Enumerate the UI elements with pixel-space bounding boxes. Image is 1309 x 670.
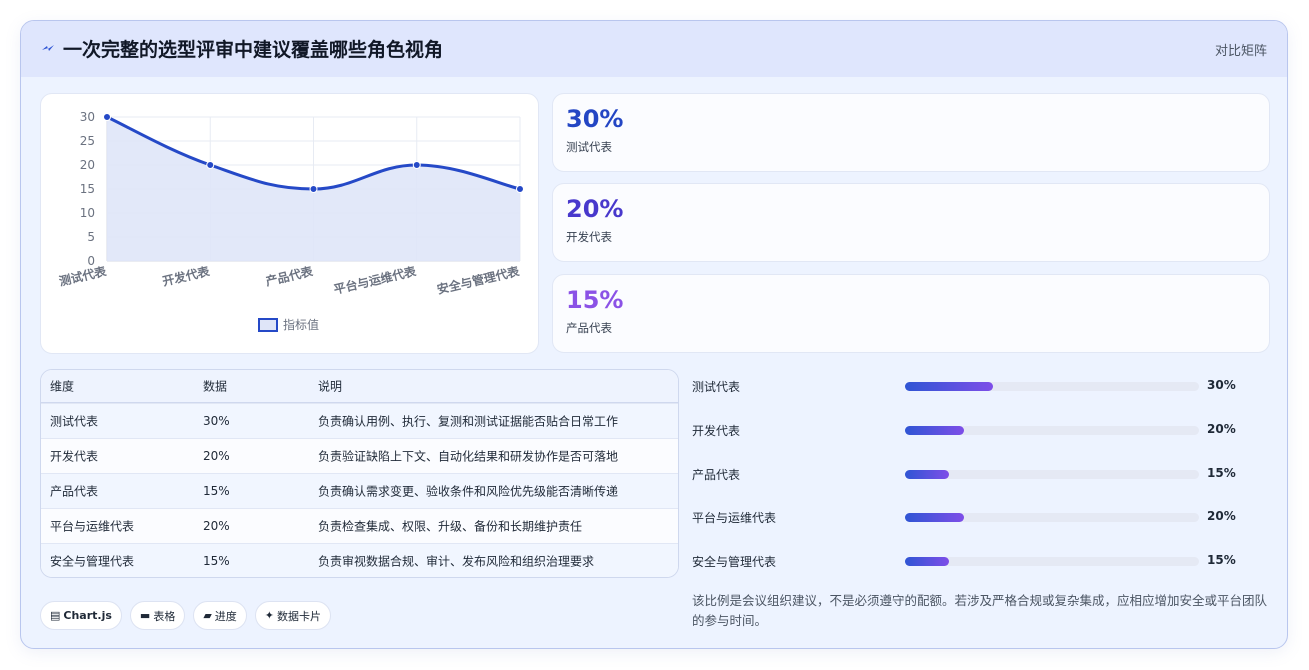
table-cell: 安全与管理代表 <box>50 554 135 569</box>
progress-row: 产品代表 15% <box>692 464 1272 484</box>
report-card: 一次完整的选型评审中建议覆盖哪些角色视角 对比矩阵 0 5 10 15 20 25 30 测试… <box>20 20 1288 649</box>
progress-fill <box>905 426 964 435</box>
table-row: 安全与管理代表 15% 负责审视数据合规、审计、发布风险和组织治理要求 <box>41 543 678 577</box>
chip-label: Chart.js <box>63 609 112 622</box>
kpi-label: 开发代表 <box>566 230 612 244</box>
progress-label: 安全与管理代表 <box>692 555 777 569</box>
y-tick-label: 15 <box>80 182 95 196</box>
y-tick-label: 5 <box>87 230 95 244</box>
table-cell: 15% <box>203 554 230 568</box>
progress-value: 20% <box>1207 509 1236 523</box>
table-icon: ▬ <box>139 609 151 622</box>
progress-value: 15% <box>1207 553 1236 567</box>
progress-fill <box>905 557 950 566</box>
kpi-card: 30% 测试代表 <box>552 93 1270 172</box>
progress-fill <box>905 382 994 391</box>
progress-fill <box>905 513 964 522</box>
table-cell: 30% <box>203 414 230 428</box>
kpi-label: 产品代表 <box>566 321 612 335</box>
data-point <box>516 185 524 193</box>
compare-matrix-label[interactable]: 对比矩阵 <box>1215 40 1267 59</box>
table-cell: 20% <box>203 519 230 533</box>
chip-progress[interactable]: ▰ 进度 <box>193 601 247 630</box>
kpi-card: 15% 产品代表 <box>552 274 1270 353</box>
progress-row: 测试代表 30% <box>692 376 1272 396</box>
table-row: 开发代表 20% 负责验证缺陷上下文、自动化结果和研发协作是否可落地 <box>41 438 678 473</box>
x-tick-label: 平台与运维代表 <box>332 263 418 297</box>
table-cell: 平台与运维代表 <box>50 519 135 534</box>
y-tick-label: 10 <box>80 206 95 220</box>
progress-track <box>905 382 1199 391</box>
table-cell: 15% <box>203 484 230 498</box>
progress-value: 20% <box>1207 422 1236 436</box>
table-cell: 20% <box>203 449 230 463</box>
progress-track <box>905 513 1199 522</box>
chip-table[interactable]: ▬ 表格 <box>129 601 186 630</box>
footnote: 该比例是会议组织建议，不是必须遵守的配额。若涉及严格合规或复杂集成，应相应增加安… <box>692 593 1268 628</box>
chip-row: ▤ Chart.js ▬ 表格 ▰ 进度 ✦ 数据卡片 <box>40 601 332 630</box>
progress-track <box>905 557 1199 566</box>
progress-track <box>905 426 1199 435</box>
chip-chartjs[interactable]: ▤ Chart.js <box>40 601 122 630</box>
progress-value: 15% <box>1207 466 1236 480</box>
data-table: 维度 数据 说明 测试代表 30% 负责确认用例、执行、复测和测试证据能否贴合日… <box>40 369 679 578</box>
card-header: 一次完整的选型评审中建议覆盖哪些角色视角 对比矩阵 <box>21 21 1287 77</box>
table-cell: 负责审视数据合规、审计、发布风险和组织治理要求 <box>318 554 595 569</box>
line-chart-card: 0 5 10 15 20 25 30 测试代表 开发代表 产品代表 平台与运维代表 安全与管理代表 指标… <box>40 93 539 354</box>
progress-row: 开发代表 20% <box>692 420 1272 440</box>
progress-track <box>905 470 1199 479</box>
chart-icon: ▤ <box>50 609 61 622</box>
line-chart: 051015202530测试代表 开发代表 产品代表 平台与运维代表 安全与管理代表指标… <box>58 110 524 332</box>
lightning-icon <box>42 45 54 51</box>
progress-row: 平台与运维代表 20% <box>692 507 1272 527</box>
data-point <box>309 185 318 193</box>
x-tick-label: 安全与管理代表 <box>435 263 521 297</box>
progress-value: 30% <box>1207 378 1236 392</box>
y-tick-label: 30 <box>80 110 95 124</box>
table-cell: 产品代表 <box>50 484 99 499</box>
table-row: 平台与运维代表 20% 负责检查集成、权限、升级、备份和长期维护责任 <box>41 508 678 543</box>
table-header-row: 维度 数据 说明 <box>41 370 678 403</box>
table-cell: 测试代表 <box>50 414 99 429</box>
table-row: 产品代表 15% 负责确认需求变更、验收条件和风险优先级能否清晰传递 <box>41 473 678 508</box>
table-header-cell: 数据 <box>203 379 228 394</box>
progress-icon: ▰ <box>203 609 212 622</box>
chip-label: 表格 <box>153 609 176 623</box>
progress-fill <box>905 470 950 479</box>
page-title: 一次完整的选型评审中建议覆盖哪些角色视角 <box>63 39 444 61</box>
x-tick-label: 产品代表 <box>264 263 315 289</box>
x-tick-label: 开发代表 <box>161 263 212 289</box>
table-header-cell: 维度 <box>50 379 75 394</box>
kpi-value: 20% <box>566 195 624 223</box>
progress-label: 开发代表 <box>692 424 741 438</box>
kpi-label: 测试代表 <box>566 140 612 154</box>
progress-label: 产品代表 <box>692 468 741 482</box>
table-header-cell: 说明 <box>318 379 343 394</box>
data-point <box>412 161 421 169</box>
x-tick-label: 测试代表 <box>58 263 109 289</box>
table-row: 测试代表 30% 负责确认用例、执行、复测和测试证据能否贴合日常工作 <box>41 403 678 438</box>
table-cell: 负责确认需求变更、验收条件和风险优先级能否清晰传递 <box>318 484 619 499</box>
kpi-card: 20% 开发代表 <box>552 183 1270 262</box>
chip-data-cards[interactable]: ✦ 数据卡片 <box>254 601 332 630</box>
legend-swatch <box>258 318 278 332</box>
data-point <box>103 113 111 121</box>
data-point <box>206 161 215 169</box>
chip-label: 进度 <box>214 609 237 623</box>
sparkle-icon: ✦ <box>264 609 275 622</box>
legend-label: 指标值 <box>283 317 319 332</box>
y-tick-label: 20 <box>80 158 95 172</box>
y-tick-label: 25 <box>80 134 95 148</box>
progress-row: 安全与管理代表 15% <box>692 551 1272 571</box>
kpi-value: 15% <box>566 286 624 314</box>
table-cell: 开发代表 <box>50 449 99 464</box>
kpi-value: 30% <box>566 105 624 133</box>
table-cell: 负责确认用例、执行、复测和测试证据能否贴合日常工作 <box>318 414 619 429</box>
table-cell: 负责验证缺陷上下文、自动化结果和研发协作是否可落地 <box>318 449 619 464</box>
chip-label: 数据卡片 <box>277 609 322 623</box>
table-cell: 负责检查集成、权限、升级、备份和长期维护责任 <box>318 519 583 534</box>
progress-label: 平台与运维代表 <box>692 511 777 525</box>
progress-label: 测试代表 <box>692 380 741 394</box>
